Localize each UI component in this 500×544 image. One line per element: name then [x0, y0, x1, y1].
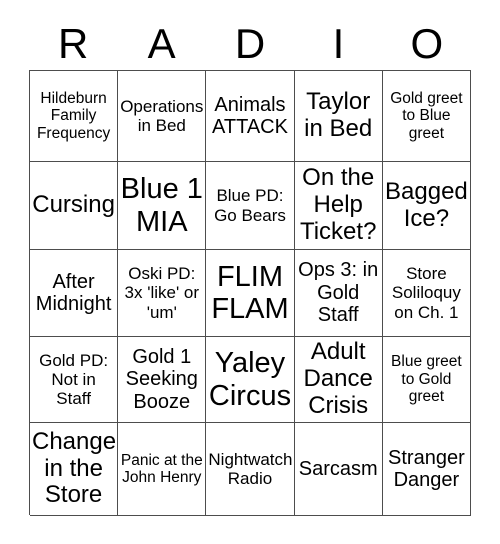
bingo-square[interactable]: Ops 3: in Gold Staff: [294, 250, 383, 337]
bingo-square[interactable]: Blue greet to Gold greet: [382, 337, 471, 423]
bingo-square-label: Stranger Danger: [388, 446, 465, 491]
bingo-square-label: Oski PD: 3x 'like' or 'um': [124, 264, 200, 322]
bingo-square[interactable]: Blue 1 MIA: [118, 162, 207, 250]
bingo-square[interactable]: Bagged Ice?: [382, 162, 471, 250]
header-letter-4: I: [332, 20, 345, 67]
bingo-square-label: Cursing: [32, 191, 115, 219]
bingo-grid: Hildeburn Family Frequency Operations in …: [29, 70, 471, 516]
bingo-square[interactable]: Adult Dance Crisis: [294, 337, 383, 423]
bingo-square-label: FLIM FLAM: [211, 260, 289, 325]
bingo-square[interactable]: Gold PD: Not in Staff: [30, 337, 119, 423]
header-letter-3: D: [234, 20, 266, 67]
bingo-square[interactable]: FLIM FLAM: [206, 250, 295, 337]
bingo-square[interactable]: On the Help Ticket?: [294, 162, 383, 250]
bingo-square[interactable]: Stranger Danger: [382, 423, 471, 516]
bingo-square-label: Panic at the John Henry: [120, 451, 203, 486]
bingo-square[interactable]: Oski PD: 3x 'like' or 'um': [118, 250, 207, 337]
bingo-square[interactable]: Hildeburn Family Frequency: [30, 71, 119, 162]
bingo-square-label: Bagged Ice?: [385, 177, 468, 232]
bingo-square-label: Blue 1 MIA: [120, 173, 203, 238]
bingo-square[interactable]: Blue PD: Go Bears: [206, 162, 295, 250]
bingo-square-label: Blue PD: Go Bears: [214, 186, 286, 225]
header-letter-1: R: [58, 20, 89, 67]
bingo-square-label: Hildeburn Family Frequency: [36, 89, 111, 142]
header-letter-2: A: [147, 20, 176, 67]
bingo-square[interactable]: Gold greet to Blue greet: [382, 71, 471, 162]
bingo-square-label: Blue greet to Gold greet: [391, 353, 462, 406]
bingo-square[interactable]: Operations in Bed: [118, 71, 207, 162]
bingo-square[interactable]: Panic at the John Henry: [118, 423, 207, 516]
bingo-square[interactable]: After Midnight: [30, 250, 119, 337]
header-letter-5: O: [410, 20, 444, 67]
bingo-square-label: Nightwatch Radio: [208, 449, 293, 488]
bingo-square-label: After Midnight: [35, 270, 112, 315]
bingo-square-label: Operations in Bed: [120, 96, 204, 135]
bingo-square[interactable]: Gold 1 Seeking Booze: [118, 337, 207, 423]
bingo-square-label: Gold greet to Blue greet: [390, 89, 463, 142]
bingo-square-label: Gold 1 Seeking Booze: [125, 345, 198, 413]
bingo-square[interactable]: Sarcasm: [294, 423, 383, 516]
bingo-square-label: Store Soliloquy on Ch. 1: [391, 264, 461, 322]
bingo-square-label: Change in the Store: [32, 427, 117, 509]
bingo-square-label: Animals ATTACK: [212, 93, 288, 138]
bingo-square-label: Taylor in Bed: [304, 88, 373, 142]
bingo-header-row: R A D I O: [29, 18, 471, 70]
bingo-square-label: Yaley Circus: [208, 347, 292, 412]
bingo-square[interactable]: Animals ATTACK: [206, 71, 295, 162]
bingo-square[interactable]: Yaley Circus: [206, 337, 295, 423]
bingo-square[interactable]: Store Soliloquy on Ch. 1: [382, 250, 471, 337]
bingo-card: R A D I O Hildeburn Family Frequency Oper…: [0, 0, 500, 544]
bingo-square[interactable]: Taylor in Bed: [294, 71, 383, 162]
bingo-square[interactable]: Change in the Store: [30, 423, 119, 516]
bingo-square-label: Adult Dance Crisis: [303, 338, 373, 419]
bingo-square-label: Sarcasm: [298, 457, 378, 480]
bingo-square-label: On the Help Ticket?: [299, 164, 377, 245]
bingo-square-label: Gold PD: Not in Staff: [39, 350, 109, 409]
bingo-square[interactable]: Nightwatch Radio: [206, 423, 295, 516]
bingo-square-label: Ops 3: in Gold Staff: [298, 259, 379, 327]
bingo-square[interactable]: Cursing: [30, 162, 119, 250]
